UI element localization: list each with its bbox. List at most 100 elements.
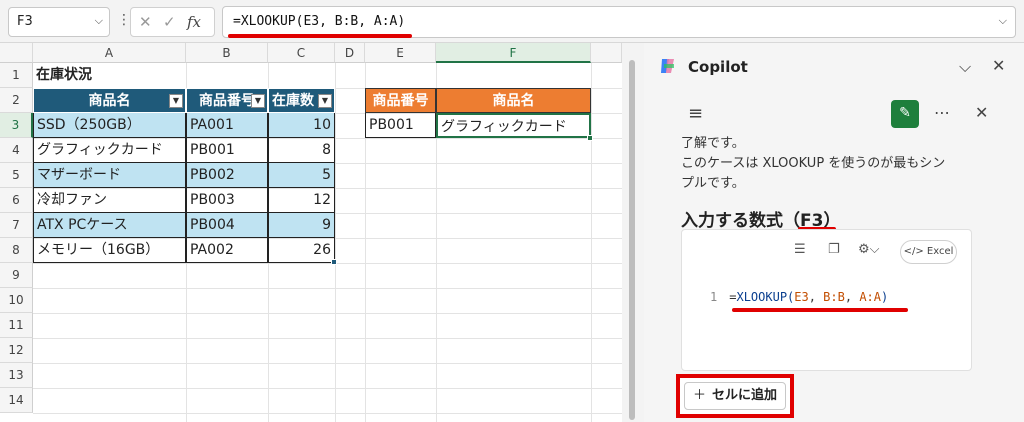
copilot-title: Copilot: [688, 58, 748, 76]
code-token: E3: [794, 290, 809, 304]
table-cell[interactable]: 8: [268, 138, 335, 163]
gridline: [33, 388, 622, 389]
table-cell[interactable]: PA002: [186, 238, 268, 263]
selected-cell-f3[interactable]: グラフィックカード: [436, 113, 591, 138]
enter-icon[interactable]: ✓: [163, 13, 176, 31]
sheet-title[interactable]: 在庫状況: [33, 63, 186, 88]
table-cell[interactable]: メモリー（16GB）: [33, 238, 186, 263]
open-in-excel-button[interactable]: </> Excel: [900, 240, 957, 264]
more-options-icon[interactable]: ⋮: [117, 12, 131, 28]
lookup-header-cell[interactable]: 商品名: [436, 88, 591, 113]
table-cell[interactable]: 9: [268, 213, 335, 238]
row-header-2[interactable]: 2: [0, 88, 33, 113]
filter-dropdown-icon[interactable]: ▼: [169, 94, 183, 108]
table-cell[interactable]: PB003: [186, 188, 268, 213]
table-cell[interactable]: ATX PCケース: [33, 213, 186, 238]
column-header-f[interactable]: F: [436, 43, 591, 63]
header-label: 商品番号: [199, 93, 255, 109]
row-header-8[interactable]: 8: [0, 238, 33, 263]
row-header-3[interactable]: 3: [0, 113, 33, 138]
expand-formula-icon[interactable]: ⌵: [999, 14, 1007, 28]
search-list-icon[interactable]: ☰: [794, 242, 806, 257]
gridline: [33, 413, 622, 414]
highlight-underline: [732, 308, 908, 312]
filter-dropdown-icon[interactable]: ▼: [251, 94, 265, 108]
row-header-12[interactable]: 12: [0, 338, 33, 363]
row-header-10[interactable]: 10: [0, 288, 33, 313]
copy-icon[interactable]: ❐: [828, 242, 840, 257]
gridline: [33, 313, 622, 314]
table-header-cell[interactable]: 在庫数 ▼: [268, 88, 335, 113]
table-cell[interactable]: 10: [268, 113, 335, 138]
column-header-c[interactable]: C: [268, 43, 335, 63]
fill-handle[interactable]: [587, 135, 593, 141]
close-panel-icon[interactable]: ✕: [992, 56, 1005, 75]
vertical-scrollbar[interactable]: [629, 60, 635, 420]
lookup-input-cell[interactable]: PB001: [365, 113, 436, 138]
row-header-7[interactable]: 7: [0, 213, 33, 238]
response-line-3: プルです。: [681, 176, 745, 191]
add-to-cell-label: セルに追加: [712, 388, 778, 403]
name-box[interactable]: F3 ⌵: [8, 7, 110, 37]
table-cell[interactable]: PB004: [186, 213, 268, 238]
code-line: 1 =XLOOKUP(E3, B:B, A:A): [710, 290, 888, 304]
spreadsheet-grid[interactable]: A B C D E F 1 2 3 4 5 6 7 8 9 10 11 12 1…: [0, 43, 622, 422]
code-token: A:A: [859, 290, 881, 304]
menu-icon[interactable]: ≡: [688, 103, 703, 124]
close-icon[interactable]: ✕: [975, 103, 988, 122]
code-token: ,: [844, 290, 860, 304]
row-header-5[interactable]: 5: [0, 163, 33, 188]
table-cell[interactable]: PA001: [186, 113, 268, 138]
table-header-cell[interactable]: 商品名 ▼: [33, 88, 186, 113]
line-number: 1: [710, 290, 718, 304]
table-cell[interactable]: SSD（250GB）: [33, 113, 186, 138]
column-header-d[interactable]: D: [335, 43, 365, 63]
table-cell[interactable]: 5: [268, 163, 335, 188]
filter-dropdown-icon[interactable]: ▼: [318, 94, 332, 108]
row-header-11[interactable]: 11: [0, 313, 33, 338]
settings-sliders-icon[interactable]: ⚙⌵: [858, 242, 880, 257]
column-header-a[interactable]: A: [33, 43, 186, 63]
table-cell[interactable]: PB001: [186, 138, 268, 163]
lookup-header-cell[interactable]: 商品番号: [365, 88, 436, 113]
more-options-icon[interactable]: ⋯: [934, 103, 950, 122]
table-header-cell[interactable]: 商品番号 ▼: [186, 88, 268, 113]
add-to-cell-button[interactable]: ＋ セルに追加: [684, 382, 786, 410]
chevron-down-icon[interactable]: ⌵: [959, 57, 971, 77]
gridline: [33, 338, 622, 339]
column-header-b[interactable]: B: [186, 43, 268, 63]
row-header-6[interactable]: 6: [0, 188, 33, 213]
table-resize-handle[interactable]: [331, 259, 337, 265]
row-header-9[interactable]: 9: [0, 263, 33, 288]
copilot-logo-icon: [661, 59, 674, 73]
new-chat-button[interactable]: ✎: [891, 100, 919, 128]
response-line-2: このケースは XLOOKUP を使うのが最もシン: [681, 156, 946, 171]
name-box-value: F3: [17, 14, 33, 29]
row-header-4[interactable]: 4: [0, 138, 33, 163]
gridline: [33, 363, 622, 364]
row-header-13[interactable]: 13: [0, 363, 33, 388]
excel-pill-label: Excel: [926, 246, 954, 257]
cancel-icon[interactable]: ✕: [139, 13, 152, 31]
table-cell[interactable]: グラフィックカード: [33, 138, 186, 163]
header-label: 在庫数: [272, 93, 314, 109]
select-all-corner[interactable]: [0, 43, 33, 63]
column-header-g[interactable]: [591, 43, 622, 63]
table-cell[interactable]: 冷却ファン: [33, 188, 186, 213]
code-token: B:B: [823, 290, 845, 304]
code-token: XLOOKUP(: [736, 290, 795, 304]
table-cell[interactable]: 12: [268, 188, 335, 213]
row-header-14[interactable]: 14: [0, 388, 33, 413]
formula-text: =XLOOKUP(E3, B:B, A:A): [233, 14, 406, 29]
insert-function-icon[interactable]: fx: [187, 13, 201, 31]
header-label: 商品名: [88, 93, 131, 109]
row-header-1[interactable]: 1: [0, 63, 33, 88]
chevron-down-icon[interactable]: ⌵: [95, 14, 103, 28]
table-cell[interactable]: マザーボード: [33, 163, 186, 188]
table-cell[interactable]: 26: [268, 238, 335, 263]
gridline: [591, 63, 592, 422]
table-cell[interactable]: PB002: [186, 163, 268, 188]
column-header-e[interactable]: E: [365, 43, 436, 63]
gridline: [33, 288, 622, 289]
formula-actions: ✕ ✓ fx: [130, 7, 215, 37]
